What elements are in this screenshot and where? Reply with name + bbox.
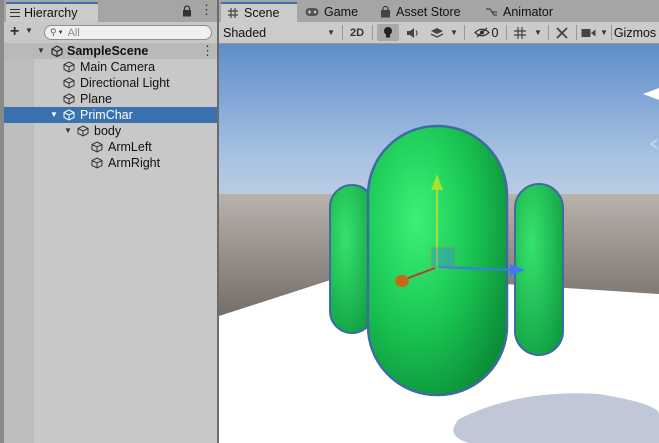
- tree-item-label: Main Camera: [80, 60, 156, 74]
- toggle-2d-label: 2D: [349, 26, 365, 39]
- chevron-down-icon: ▼: [450, 28, 458, 37]
- tree-item-label: ArmLeft: [108, 140, 152, 154]
- toolbar-divider: [372, 25, 373, 40]
- grid-icon: [228, 8, 238, 18]
- list-icon: [10, 9, 20, 17]
- lock-icon[interactable]: [182, 5, 192, 17]
- tab-game[interactable]: Game: [299, 2, 369, 22]
- chevron-down-icon: ▼: [327, 28, 335, 37]
- toolbar-divider: [506, 25, 507, 40]
- tree-item-main-camera[interactable]: Main Camera: [4, 59, 217, 75]
- cube-icon: [91, 157, 103, 169]
- toolbar-divider: [548, 25, 549, 40]
- scene-panel: Scene Game Asset Store Animator Shaded ▼…: [219, 0, 659, 443]
- tab-asset-store-label: Asset Store: [396, 5, 461, 19]
- tree-item-label: Directional Light: [80, 76, 170, 90]
- search-icon: ⚲: [50, 27, 57, 37]
- tree-item-primchar[interactable]: ▼ PrimChar: [4, 107, 217, 123]
- more-options-icon[interactable]: ⋮: [200, 3, 213, 17]
- cube-icon: [63, 61, 75, 73]
- scene-toolbar: Shaded ▼ 2D ▼ 0 ▼ ▼ Gizmos: [219, 22, 659, 44]
- tree-item-samplescene[interactable]: ▼ SampleScene ⋮: [4, 43, 217, 59]
- tab-animator[interactable]: Animator: [479, 2, 569, 22]
- shopping-bag-icon: [381, 6, 390, 18]
- chevron-down-icon[interactable]: ▼: [25, 26, 33, 35]
- effects-dropdown[interactable]: ▼: [447, 24, 461, 41]
- tree-item-armright[interactable]: ArmRight: [4, 155, 217, 171]
- chevron-down-icon: ▼: [534, 28, 542, 37]
- cube-icon: [91, 141, 103, 153]
- tree-item-plane[interactable]: Plane: [4, 91, 217, 107]
- grid-snap-icon: [514, 26, 526, 39]
- draw-mode-value: Shaded: [223, 25, 267, 40]
- hidden-count: 0: [491, 25, 499, 40]
- tools-icon: [556, 26, 568, 39]
- toggle-2d-button[interactable]: 2D: [345, 24, 369, 41]
- unity-scene-icon: [51, 45, 63, 57]
- tab-asset-store[interactable]: Asset Store: [374, 2, 474, 22]
- camera-dropdown[interactable]: ▼: [597, 24, 611, 41]
- tree-item-label: Plane: [80, 92, 112, 106]
- grid-dropdown[interactable]: ▼: [531, 24, 545, 41]
- tree-item-label: PrimChar: [80, 108, 133, 122]
- tree-item-label: ArmRight: [108, 156, 161, 170]
- lightbulb-icon: [384, 27, 392, 38]
- cube-icon: [63, 109, 75, 121]
- scene-audio-toggle[interactable]: [402, 24, 424, 41]
- eye-slash-icon: [473, 27, 490, 38]
- hierarchy-search[interactable]: ⚲ ▼: [44, 25, 212, 40]
- foldout-expanded-icon[interactable]: ▼: [37, 46, 45, 55]
- foldout-expanded-icon[interactable]: ▼: [64, 126, 72, 135]
- scene-lighting-toggle[interactable]: [377, 24, 399, 41]
- hidden-objects-toggle[interactable]: 0: [468, 24, 504, 41]
- tab-scene[interactable]: Scene: [221, 2, 297, 22]
- tree-item-armleft[interactable]: ArmLeft: [4, 139, 217, 155]
- tree-item-body[interactable]: ▼ body: [4, 123, 217, 139]
- tree-item-directional-light[interactable]: Directional Light: [4, 75, 217, 91]
- effects-layers-icon: [430, 27, 444, 38]
- tab-scene-label: Scene: [244, 6, 280, 20]
- gizmos-dropdown[interactable]: Gizmos: [612, 24, 658, 41]
- toolbar-divider: [464, 25, 465, 40]
- search-input[interactable]: [63, 26, 198, 39]
- tab-animator-label: Animator: [503, 5, 554, 19]
- foldout-expanded-icon[interactable]: ▼: [50, 110, 58, 119]
- scene-effects-toggle[interactable]: [427, 24, 447, 41]
- tab-hierarchy-label: Hierarchy: [24, 6, 78, 20]
- tab-hierarchy[interactable]: Hierarchy: [6, 2, 98, 22]
- toolbar-divider: [342, 25, 343, 40]
- cube-icon: [63, 77, 75, 89]
- speaker-icon: [407, 27, 418, 38]
- grid-snapping-toggle[interactable]: [509, 24, 531, 41]
- gamepad-icon: [305, 8, 319, 16]
- animator-icon: [486, 8, 497, 16]
- tree-item-label: SampleScene: [67, 44, 149, 58]
- cube-icon: [63, 93, 75, 105]
- chevron-down-icon: ▼: [600, 28, 608, 37]
- hierarchy-toolbar: + ▼ ⚲ ▼: [4, 22, 217, 44]
- scene-tab-bar: Scene Game Asset Store Animator: [219, 0, 659, 22]
- create-plus-button[interactable]: +: [10, 23, 19, 41]
- scene-viewport[interactable]: [219, 44, 659, 443]
- gizmos-label: Gizmos: [613, 25, 657, 40]
- hierarchy-panel: Hierarchy ⋮ + ▼ ⚲ ▼ ▼ SampleScene ⋮: [4, 0, 217, 443]
- toolbar-divider: [576, 25, 577, 40]
- cube-icon: [77, 125, 89, 137]
- more-options-icon[interactable]: ⋮: [201, 43, 214, 59]
- scene-tools-toggle[interactable]: [551, 24, 573, 41]
- hierarchy-tree: ▼ SampleScene ⋮ Main Camera Directional …: [4, 43, 217, 443]
- tree-item-label: body: [94, 124, 122, 138]
- draw-mode-dropdown[interactable]: Shaded ▼: [221, 24, 339, 41]
- tab-game-label: Game: [324, 5, 359, 19]
- scene-camera-button[interactable]: [579, 24, 597, 41]
- camera-icon: [581, 28, 595, 37]
- hierarchy-tab-bar: Hierarchy ⋮: [4, 0, 217, 22]
